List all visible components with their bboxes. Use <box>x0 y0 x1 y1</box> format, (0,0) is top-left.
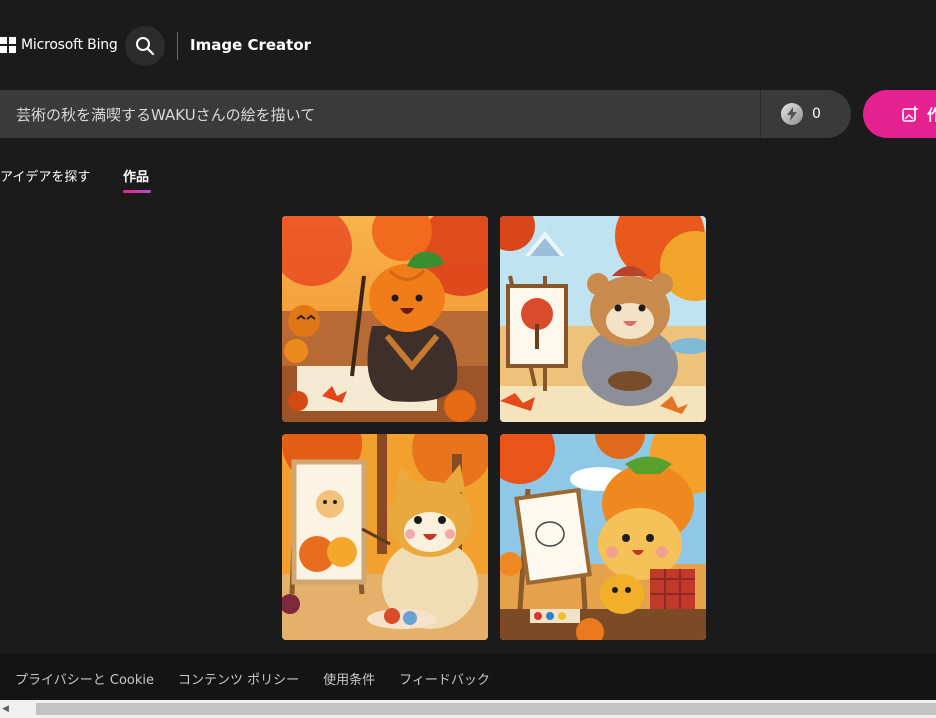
scroll-left-arrow-icon[interactable]: ◀ <box>2 704 9 714</box>
boost-counter[interactable]: 0 <box>761 90 851 138</box>
app-title[interactable]: Image Creator <box>190 36 311 54</box>
footer-link-privacy[interactable]: プライバシーと Cookie <box>15 669 154 688</box>
bing-logo[interactable]: Microsoft Bing <box>0 37 118 53</box>
footer-links: プライバシーと Cookie コンテンツ ポリシー 使用条件 フィードバック <box>15 669 490 688</box>
brand-name: Microsoft Bing <box>21 37 118 53</box>
footer-link-terms[interactable]: 使用条件 <box>323 669 375 688</box>
search-button[interactable] <box>125 26 165 66</box>
boost-count: 0 <box>812 106 821 122</box>
boost-coin-icon <box>781 103 803 125</box>
image-sparkle-icon <box>902 105 919 122</box>
tab-explore-ideas[interactable]: アイデアを探す <box>0 166 90 185</box>
prompt-bar: 0 <box>0 90 851 138</box>
search-icon <box>136 37 155 56</box>
image-gallery <box>282 216 706 640</box>
scrollbar-thumb[interactable] <box>36 703 936 715</box>
create-button[interactable]: 作成 <box>863 90 936 138</box>
create-label: 作成 <box>927 105 936 124</box>
microsoft-logo-icon <box>0 37 16 53</box>
horizontal-scrollbar[interactable]: ◀ <box>0 700 936 718</box>
header: Microsoft Bing Image Creator <box>0 0 936 90</box>
tab-creations[interactable]: 作品 <box>123 166 149 185</box>
generated-image[interactable] <box>500 216 706 422</box>
active-tab-indicator <box>123 190 151 193</box>
footer: プライバシーと Cookie コンテンツ ポリシー 使用条件 フィードバック <box>0 654 936 700</box>
generated-image[interactable] <box>282 434 488 640</box>
prompt-input[interactable] <box>0 90 760 138</box>
footer-link-content-policy[interactable]: コンテンツ ポリシー <box>178 669 299 688</box>
generated-image[interactable] <box>282 216 488 422</box>
generated-image[interactable] <box>500 434 706 640</box>
footer-link-feedback[interactable]: フィードバック <box>399 669 490 688</box>
header-divider <box>177 32 178 60</box>
